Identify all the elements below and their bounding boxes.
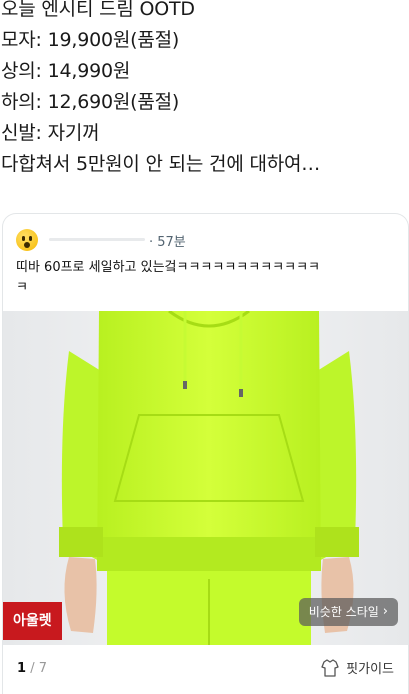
- post-text: 오늘 엔시티 드림 OOTD 모자: 19,900원(품절) 상의: 14,99…: [0, 0, 409, 180]
- neon-hoodie-image: [59, 311, 359, 645]
- similar-style-label: 비슷한 스타일: [308, 605, 379, 619]
- tweet-text-line-2: ㅋ: [16, 280, 28, 295]
- post-line-top: 상의: 14,990원: [1, 60, 131, 82]
- post-line-bottom: 하의: 12,690원(품절): [1, 91, 180, 113]
- avatar-mouth: [24, 242, 30, 248]
- tweet-body: 띠바 60프로 세일하고 있는겈ㅋㅋㅋㅋㅋㅋㅋㅋㅋㅋㅋㅋ ㅋ: [16, 258, 401, 298]
- card-footer: 1 / 7 핏가이드: [3, 645, 408, 694]
- pager-total: 7: [38, 661, 47, 676]
- product-photo[interactable]: 아울렛 비슷한 스타일 ›: [3, 311, 408, 645]
- hanger-icon: [321, 658, 339, 677]
- post-line-summary: 다합쳐서 5만원이 안 되는 건에 대하여…: [1, 153, 321, 175]
- fit-guide-label: 핏가이드: [346, 662, 394, 677]
- tweet-text-line-1: 띠바 60프로 세일하고 있는겈ㅋㅋㅋㅋㅋㅋㅋㅋㅋㅋㅋㅋ: [16, 260, 321, 275]
- username-redacted: [49, 238, 145, 241]
- chevron-right-icon: ›: [382, 604, 388, 619]
- image-pager: 1 / 7: [17, 661, 47, 676]
- tweet-card[interactable]: · 57분 띠바 60프로 세일하고 있는겈ㅋㅋㅋㅋㅋㅋㅋㅋㅋㅋㅋㅋ ㅋ 아울렛…: [2, 213, 409, 694]
- outlet-badge: 아울렛: [3, 602, 62, 640]
- avatar[interactable]: [16, 229, 38, 251]
- post-line-shoes: 신발: 자기꺼: [1, 122, 100, 144]
- pager-separator: /: [30, 661, 35, 676]
- tweet-time[interactable]: · 57분: [149, 231, 186, 250]
- avatar-eye-left: [22, 236, 25, 241]
- post-line-title: 오늘 엔시티 드림 OOTD: [1, 0, 195, 20]
- tweet-header: · 57분: [3, 214, 408, 252]
- similar-style-button[interactable]: 비슷한 스타일 ›: [298, 598, 398, 626]
- fit-guide-button[interactable]: 핏가이드: [320, 658, 394, 677]
- avatar-eye-right: [29, 236, 32, 241]
- post-line-hat: 모자: 19,900원(품절): [1, 29, 180, 51]
- pager-current: 1: [17, 661, 27, 676]
